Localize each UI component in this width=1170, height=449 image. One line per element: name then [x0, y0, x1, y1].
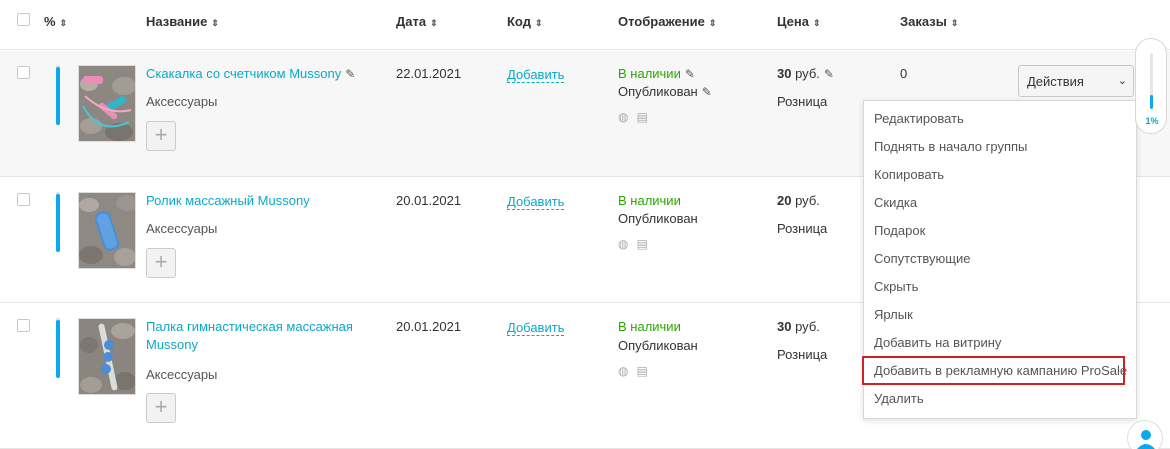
scroll-progress-widget[interactable]: 1% — [1135, 38, 1167, 134]
menu-item-move-top[interactable]: Поднять в начало группы — [874, 139, 1027, 154]
pencil-icon[interactable]: ✎ — [824, 67, 834, 81]
pencil-icon[interactable]: ✎ — [345, 65, 355, 83]
visibility-icons: ◍ ▤ — [618, 110, 656, 124]
col-code[interactable]: Код ⇕ — [507, 14, 543, 29]
publish-status[interactable]: Опубликован — [618, 211, 698, 226]
col-orders[interactable]: Заказы ⇕ — [900, 14, 958, 29]
plus-icon: + — [154, 394, 168, 419]
sort-icon: ⇕ — [211, 18, 219, 28]
product-price[interactable]: 30 руб. — [777, 319, 820, 334]
product-name-link[interactable]: Ролик массажный Mussony — [146, 192, 310, 210]
col-display[interactable]: Отображение ⇕ — [618, 14, 716, 29]
product-image — [79, 193, 135, 268]
price-type: Розница — [777, 94, 828, 109]
actions-dropdown[interactable]: Действия ⌄ — [1018, 65, 1134, 97]
price-type: Розница — [777, 221, 828, 236]
store-icon[interactable]: ▤ — [636, 364, 647, 378]
menu-item-label[interactable]: Ярлык — [874, 307, 913, 322]
product-price[interactable]: 30 руб. ✎ — [777, 66, 834, 81]
col-date[interactable]: Дата ⇕ — [396, 14, 438, 29]
product-date: 20.01.2021 — [396, 319, 462, 334]
row-checkbox[interactable] — [17, 193, 30, 206]
stock-status[interactable]: В наличии — [618, 319, 681, 334]
publish-status[interactable]: Опубликован — [618, 338, 698, 353]
progress-bar — [56, 194, 60, 252]
product-date: 22.01.2021 — [396, 66, 462, 81]
plus-icon: + — [154, 249, 168, 274]
row-checkbox[interactable] — [17, 66, 30, 79]
progress-bar — [56, 67, 60, 125]
sort-icon: ⇕ — [812, 18, 821, 28]
product-category: Аксессуары — [146, 221, 218, 236]
store-icon[interactable]: ▤ — [636, 110, 647, 124]
highlight-box — [862, 356, 1125, 385]
product-date: 20.01.2021 — [396, 193, 462, 208]
menu-item-discount[interactable]: Скидка — [874, 195, 917, 210]
publish-status[interactable]: Опубликован ✎ — [618, 84, 712, 99]
globe-icon[interactable]: ◍ — [618, 364, 628, 378]
product-name-link[interactable]: Палка гимнастическая массажная Mussony — [146, 318, 366, 354]
stock-status[interactable]: В наличии — [618, 193, 681, 208]
pencil-icon[interactable]: ✎ — [685, 67, 695, 81]
add-code-link[interactable]: Добавить — [507, 320, 565, 336]
add-code-link[interactable]: Добавить — [507, 194, 565, 210]
product-image — [79, 319, 135, 394]
globe-icon[interactable]: ◍ — [618, 237, 628, 251]
orders-count: 0 — [900, 66, 908, 81]
stock-status[interactable]: В наличии ✎ — [618, 66, 695, 81]
price-type: Розница — [777, 347, 828, 362]
add-variant-button[interactable]: + — [146, 393, 176, 423]
menu-item-hide[interactable]: Скрыть — [874, 279, 918, 294]
plus-icon: + — [154, 122, 168, 147]
col-name[interactable]: Название ⇕ — [146, 14, 219, 29]
add-variant-button[interactable]: + — [146, 248, 176, 278]
row-checkbox[interactable] — [17, 319, 30, 332]
add-code-link[interactable]: Добавить — [507, 67, 565, 83]
col-percent[interactable]: % ⇕ — [44, 14, 67, 29]
menu-item-edit[interactable]: Редактировать — [874, 111, 964, 126]
visibility-icons: ◍ ▤ — [618, 364, 656, 378]
select-all-checkbox[interactable] — [17, 13, 30, 26]
col-price[interactable]: Цена ⇕ — [777, 14, 821, 29]
sort-icon: ⇕ — [708, 18, 717, 28]
product-name-link[interactable]: Скакалка со счетчиком Mussony ✎ — [146, 65, 355, 83]
progress-bar — [56, 320, 60, 378]
help-button[interactable] — [1127, 420, 1163, 449]
sort-icon: ⇕ — [59, 18, 68, 28]
menu-item-showcase[interactable]: Добавить на витрину — [874, 335, 1001, 350]
sort-icon: ⇕ — [430, 18, 438, 28]
product-category: Аксессуары — [146, 367, 218, 382]
sort-icon: ⇕ — [534, 18, 543, 28]
scroll-percent: 1% — [1145, 116, 1159, 126]
chevron-down-icon: ⌄ — [1117, 75, 1127, 87]
product-thumbnail[interactable] — [78, 192, 136, 269]
table-header: % ⇕ Название ⇕ Дата ⇕ Код ⇕ Отображение ⇕ Цен… — [0, 0, 1170, 50]
product-thumbnail[interactable] — [78, 65, 136, 142]
menu-item-related[interactable]: Сопутствующие — [874, 251, 970, 266]
menu-item-copy[interactable]: Копировать — [874, 167, 944, 182]
globe-icon[interactable]: ◍ — [618, 110, 628, 124]
user-help-icon — [1137, 430, 1155, 449]
visibility-icons: ◍ ▤ — [618, 237, 656, 251]
product-price[interactable]: 20 руб. — [777, 193, 820, 208]
sort-icon: ⇕ — [950, 18, 959, 28]
product-category: Аксессуары — [146, 94, 218, 109]
menu-item-delete[interactable]: Удалить — [874, 391, 924, 406]
add-variant-button[interactable]: + — [146, 121, 176, 151]
store-icon[interactable]: ▤ — [636, 237, 647, 251]
menu-item-gift[interactable]: Подарок — [874, 223, 925, 238]
products-page: % ⇕ Название ⇕ Дата ⇕ Код ⇕ Отображение ⇕ Цен… — [0, 0, 1170, 449]
pencil-icon[interactable]: ✎ — [702, 85, 712, 99]
scroll-fill — [1150, 95, 1153, 109]
product-image — [79, 66, 135, 141]
product-thumbnail[interactable] — [78, 318, 136, 395]
